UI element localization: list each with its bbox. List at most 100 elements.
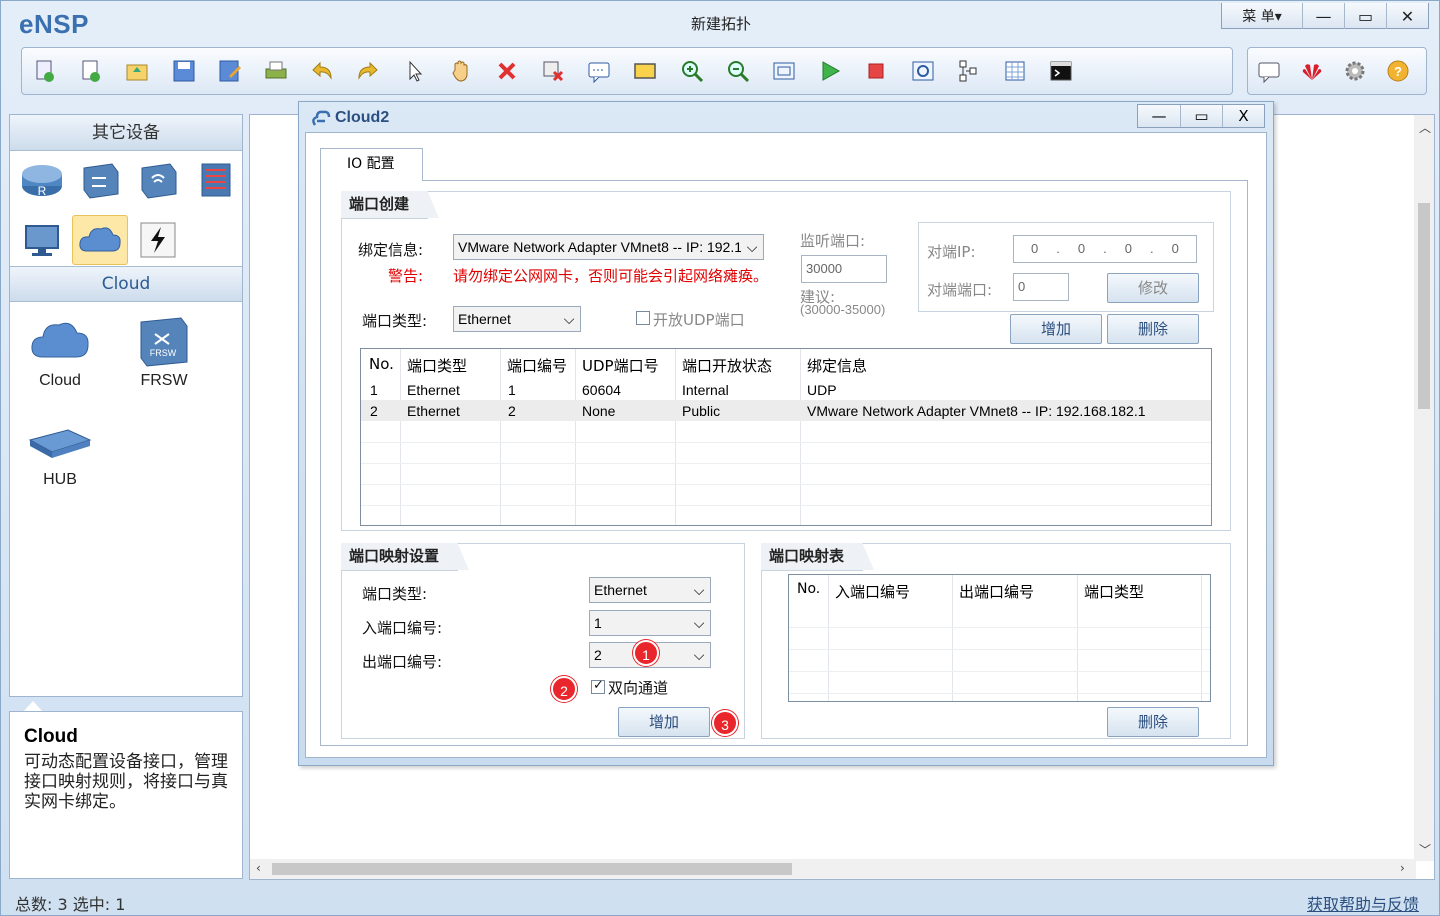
redo-icon[interactable] bbox=[351, 54, 385, 88]
status-bar: 总数: 3 选中: 1 获取帮助与反馈 bbox=[1, 885, 1440, 916]
chevron-down-icon: ⌵ bbox=[741, 235, 763, 259]
scroll-up-icon[interactable]: ︿ bbox=[1419, 119, 1431, 136]
link-category-icon[interactable] bbox=[130, 215, 186, 265]
maximize-button[interactable]: ▭ bbox=[1344, 3, 1386, 29]
in-port-value: 1 bbox=[594, 615, 602, 631]
cell-open-state: Public bbox=[682, 403, 721, 419]
help-icon[interactable]: ? bbox=[1383, 54, 1414, 88]
scroll-right-icon[interactable]: › bbox=[1400, 861, 1405, 875]
bind-info-select[interactable]: VMware Network Adapter VMnet8 -- IP: 192… bbox=[453, 234, 764, 260]
svg-text:R: R bbox=[38, 184, 47, 198]
delete-icon[interactable] bbox=[490, 54, 524, 88]
device-group-header: Cloud bbox=[10, 266, 242, 302]
save-as-icon[interactable] bbox=[213, 54, 247, 88]
col-header-udp-port: UDP端口号 bbox=[582, 357, 659, 375]
device-frsw[interactable]: FRSW FRSW bbox=[124, 310, 204, 390]
topology-icon[interactable] bbox=[952, 54, 986, 88]
pc-category-icon[interactable] bbox=[14, 215, 70, 265]
add-mapping-button[interactable]: 增加 bbox=[618, 707, 710, 737]
delete-port-button[interactable]: 删除 bbox=[1107, 314, 1199, 344]
router-category-icon[interactable]: R bbox=[14, 155, 70, 205]
table-row[interactable]: 1 Ethernet 1 60604 Internal UDP bbox=[361, 379, 1211, 400]
pan-hand-icon[interactable] bbox=[444, 54, 478, 88]
help-feedback-link[interactable]: 获取帮助与反馈 bbox=[1307, 891, 1419, 915]
listen-port-label: 监听端口: bbox=[800, 232, 866, 250]
settings-gear-icon[interactable] bbox=[1340, 54, 1371, 88]
close-button[interactable]: ✕ bbox=[1386, 3, 1428, 29]
device-frsw-label: FRSW bbox=[140, 372, 188, 389]
dialog-close-button[interactable]: X bbox=[1222, 105, 1264, 127]
start-device-icon[interactable] bbox=[813, 54, 847, 88]
device-description: Cloud 可动态配置设备接口，管理接口映射规则，将接口与真实网卡绑定。 bbox=[9, 711, 243, 879]
peer-ip-input[interactable]: 0. 0. 0. 0 bbox=[1013, 235, 1197, 263]
mapping-settings-title: 端口映射设置 bbox=[341, 542, 470, 571]
switch-category-icon[interactable] bbox=[72, 155, 128, 205]
open-icon[interactable] bbox=[120, 54, 154, 88]
scroll-left-icon[interactable]: ‹ bbox=[256, 861, 261, 875]
col-header-port-number: 端口编号 bbox=[507, 357, 568, 375]
new-topology-icon[interactable] bbox=[28, 54, 62, 88]
vertical-scroll-thumb[interactable] bbox=[1418, 203, 1430, 409]
horizontal-scroll-thumb[interactable] bbox=[272, 863, 792, 875]
firewall-category-icon[interactable] bbox=[188, 155, 244, 205]
cell-bind-info: UDP bbox=[807, 382, 837, 398]
window-controls: 菜 单▾ — ▭ ✕ bbox=[1221, 3, 1429, 29]
peer-port-input[interactable]: 0 bbox=[1013, 273, 1069, 301]
bidirectional-checkbox[interactable] bbox=[591, 678, 605, 694]
chevron-down-icon: ⌵ bbox=[558, 307, 580, 331]
tab-io-config[interactable]: IO 配置 bbox=[320, 148, 423, 181]
warning-text: 请勿绑定公网网卡，否则可能会引起网络瘫痪。 bbox=[453, 267, 769, 285]
zoom-out-icon[interactable] bbox=[721, 54, 755, 88]
stop-device-icon[interactable] bbox=[859, 54, 893, 88]
huawei-icon[interactable] bbox=[1297, 54, 1328, 88]
mapping-port-type-select[interactable]: Ethernet ⌵ bbox=[589, 577, 711, 603]
mapping-port-type-label: 端口类型: bbox=[362, 585, 428, 603]
chat-icon[interactable] bbox=[1254, 54, 1285, 88]
map-col-header-out-port: 出端口编号 bbox=[959, 583, 1035, 601]
vertical-scrollbar[interactable]: ︿ ﹀ bbox=[1414, 115, 1434, 861]
grid-icon[interactable] bbox=[998, 54, 1032, 88]
window-title: 新建拓扑 bbox=[690, 15, 751, 33]
peer-ip-octet-3: 0 bbox=[1124, 241, 1133, 256]
add-port-button[interactable]: 增加 bbox=[1010, 314, 1102, 344]
undo-icon[interactable] bbox=[305, 54, 339, 88]
wireless-category-icon[interactable] bbox=[130, 155, 186, 205]
modify-button[interactable]: 修改 bbox=[1107, 273, 1199, 303]
delete-link-icon[interactable] bbox=[536, 54, 570, 88]
description-text: 可动态配置设备接口，管理接口映射规则，将接口与真实网卡绑定。 bbox=[24, 752, 228, 812]
peer-ip-octet-2: 0 bbox=[1077, 241, 1086, 256]
capture-icon[interactable] bbox=[906, 54, 940, 88]
horizontal-scrollbar[interactable]: ‹ › bbox=[250, 859, 1416, 879]
device-panel: 其它设备 R Cloud Cloud FRSW FRSW HUB bbox=[9, 114, 243, 697]
listen-port-input[interactable]: 30000 bbox=[801, 255, 887, 283]
ensp-logo: eNSP bbox=[19, 9, 89, 40]
print-icon[interactable] bbox=[259, 54, 293, 88]
fit-view-icon[interactable] bbox=[767, 54, 801, 88]
command-line-icon[interactable] bbox=[1044, 54, 1078, 88]
save-icon[interactable] bbox=[167, 54, 201, 88]
dialog-minimize-button[interactable]: — bbox=[1138, 105, 1180, 127]
frsw-icon: FRSW bbox=[140, 317, 188, 367]
device-hub[interactable]: HUB bbox=[20, 409, 100, 489]
device-cloud-label: Cloud bbox=[39, 372, 81, 389]
minimize-button[interactable]: — bbox=[1302, 3, 1344, 29]
ip-dot: . bbox=[1056, 241, 1060, 256]
rectangle-icon[interactable] bbox=[628, 54, 662, 88]
port-type-select[interactable]: Ethernet ⌵ bbox=[453, 306, 581, 332]
scroll-down-icon[interactable]: ﹀ bbox=[1419, 841, 1431, 858]
select-icon[interactable] bbox=[398, 54, 432, 88]
in-port-select[interactable]: 1 ⌵ bbox=[589, 610, 711, 636]
delete-mapping-button[interactable]: 删除 bbox=[1107, 707, 1199, 737]
menu-button[interactable]: 菜 单▾ bbox=[1222, 3, 1302, 29]
cloud-category-icon[interactable] bbox=[72, 215, 128, 265]
zoom-in-icon[interactable] bbox=[675, 54, 709, 88]
text-note-icon[interactable] bbox=[582, 54, 616, 88]
cell-open-state: Internal bbox=[682, 382, 729, 398]
udp-open-checkbox[interactable] bbox=[636, 311, 650, 325]
col-header-bind-info: 绑定信息 bbox=[807, 357, 868, 375]
device-cloud[interactable]: Cloud bbox=[20, 310, 100, 390]
peer-ip-octet-1: 0 bbox=[1031, 241, 1039, 256]
dialog-maximize-button[interactable]: ▭ bbox=[1180, 105, 1222, 127]
new-exam-icon[interactable] bbox=[74, 54, 108, 88]
table-row[interactable]: 2 Ethernet 2 None Public VMware Network … bbox=[361, 400, 1211, 421]
